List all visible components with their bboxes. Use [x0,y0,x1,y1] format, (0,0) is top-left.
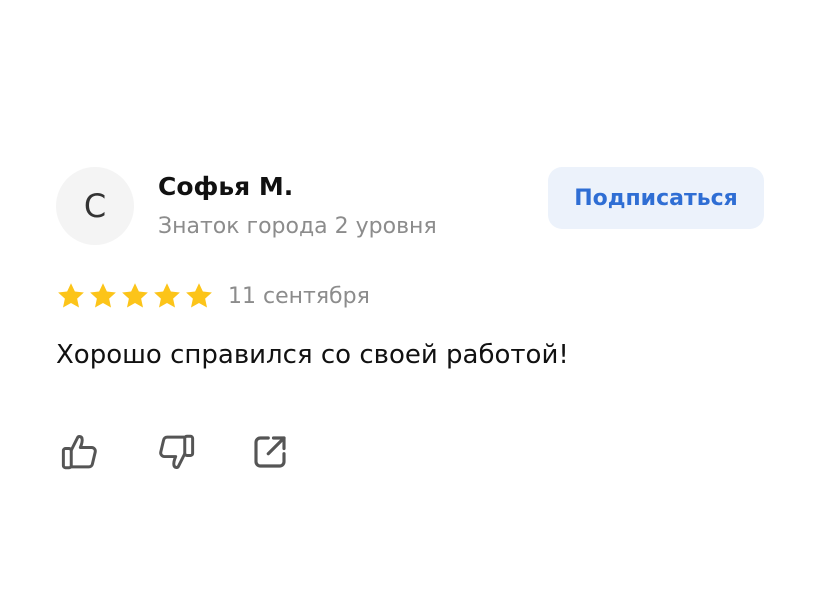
star-icon [122,283,148,308]
share-button[interactable] [248,430,292,474]
thumbs-up-icon [61,435,97,470]
review-card: С Софья М. Знаток города 2 уровня Подпис… [0,0,820,616]
review-date: 11 сентября [228,283,370,309]
star-icon [186,283,212,308]
star-icon [154,283,180,308]
author-level: Знаток города 2 уровня [158,214,437,239]
rating-stars [56,281,214,311]
review-text: Хорошо справился со своей работой! [56,340,569,370]
star-icon [58,283,84,308]
subscribe-button[interactable]: Подписаться [548,167,764,229]
like-button[interactable] [58,430,102,474]
rating: 11 сентября [56,280,370,312]
share-icon [254,436,286,468]
author-name[interactable]: Софья М. [158,172,293,201]
avatar-initial: С [83,187,107,225]
thumbs-down-icon [159,434,195,469]
star-icon [90,283,116,308]
dislike-button[interactable] [154,430,198,474]
avatar[interactable]: С [56,167,134,245]
